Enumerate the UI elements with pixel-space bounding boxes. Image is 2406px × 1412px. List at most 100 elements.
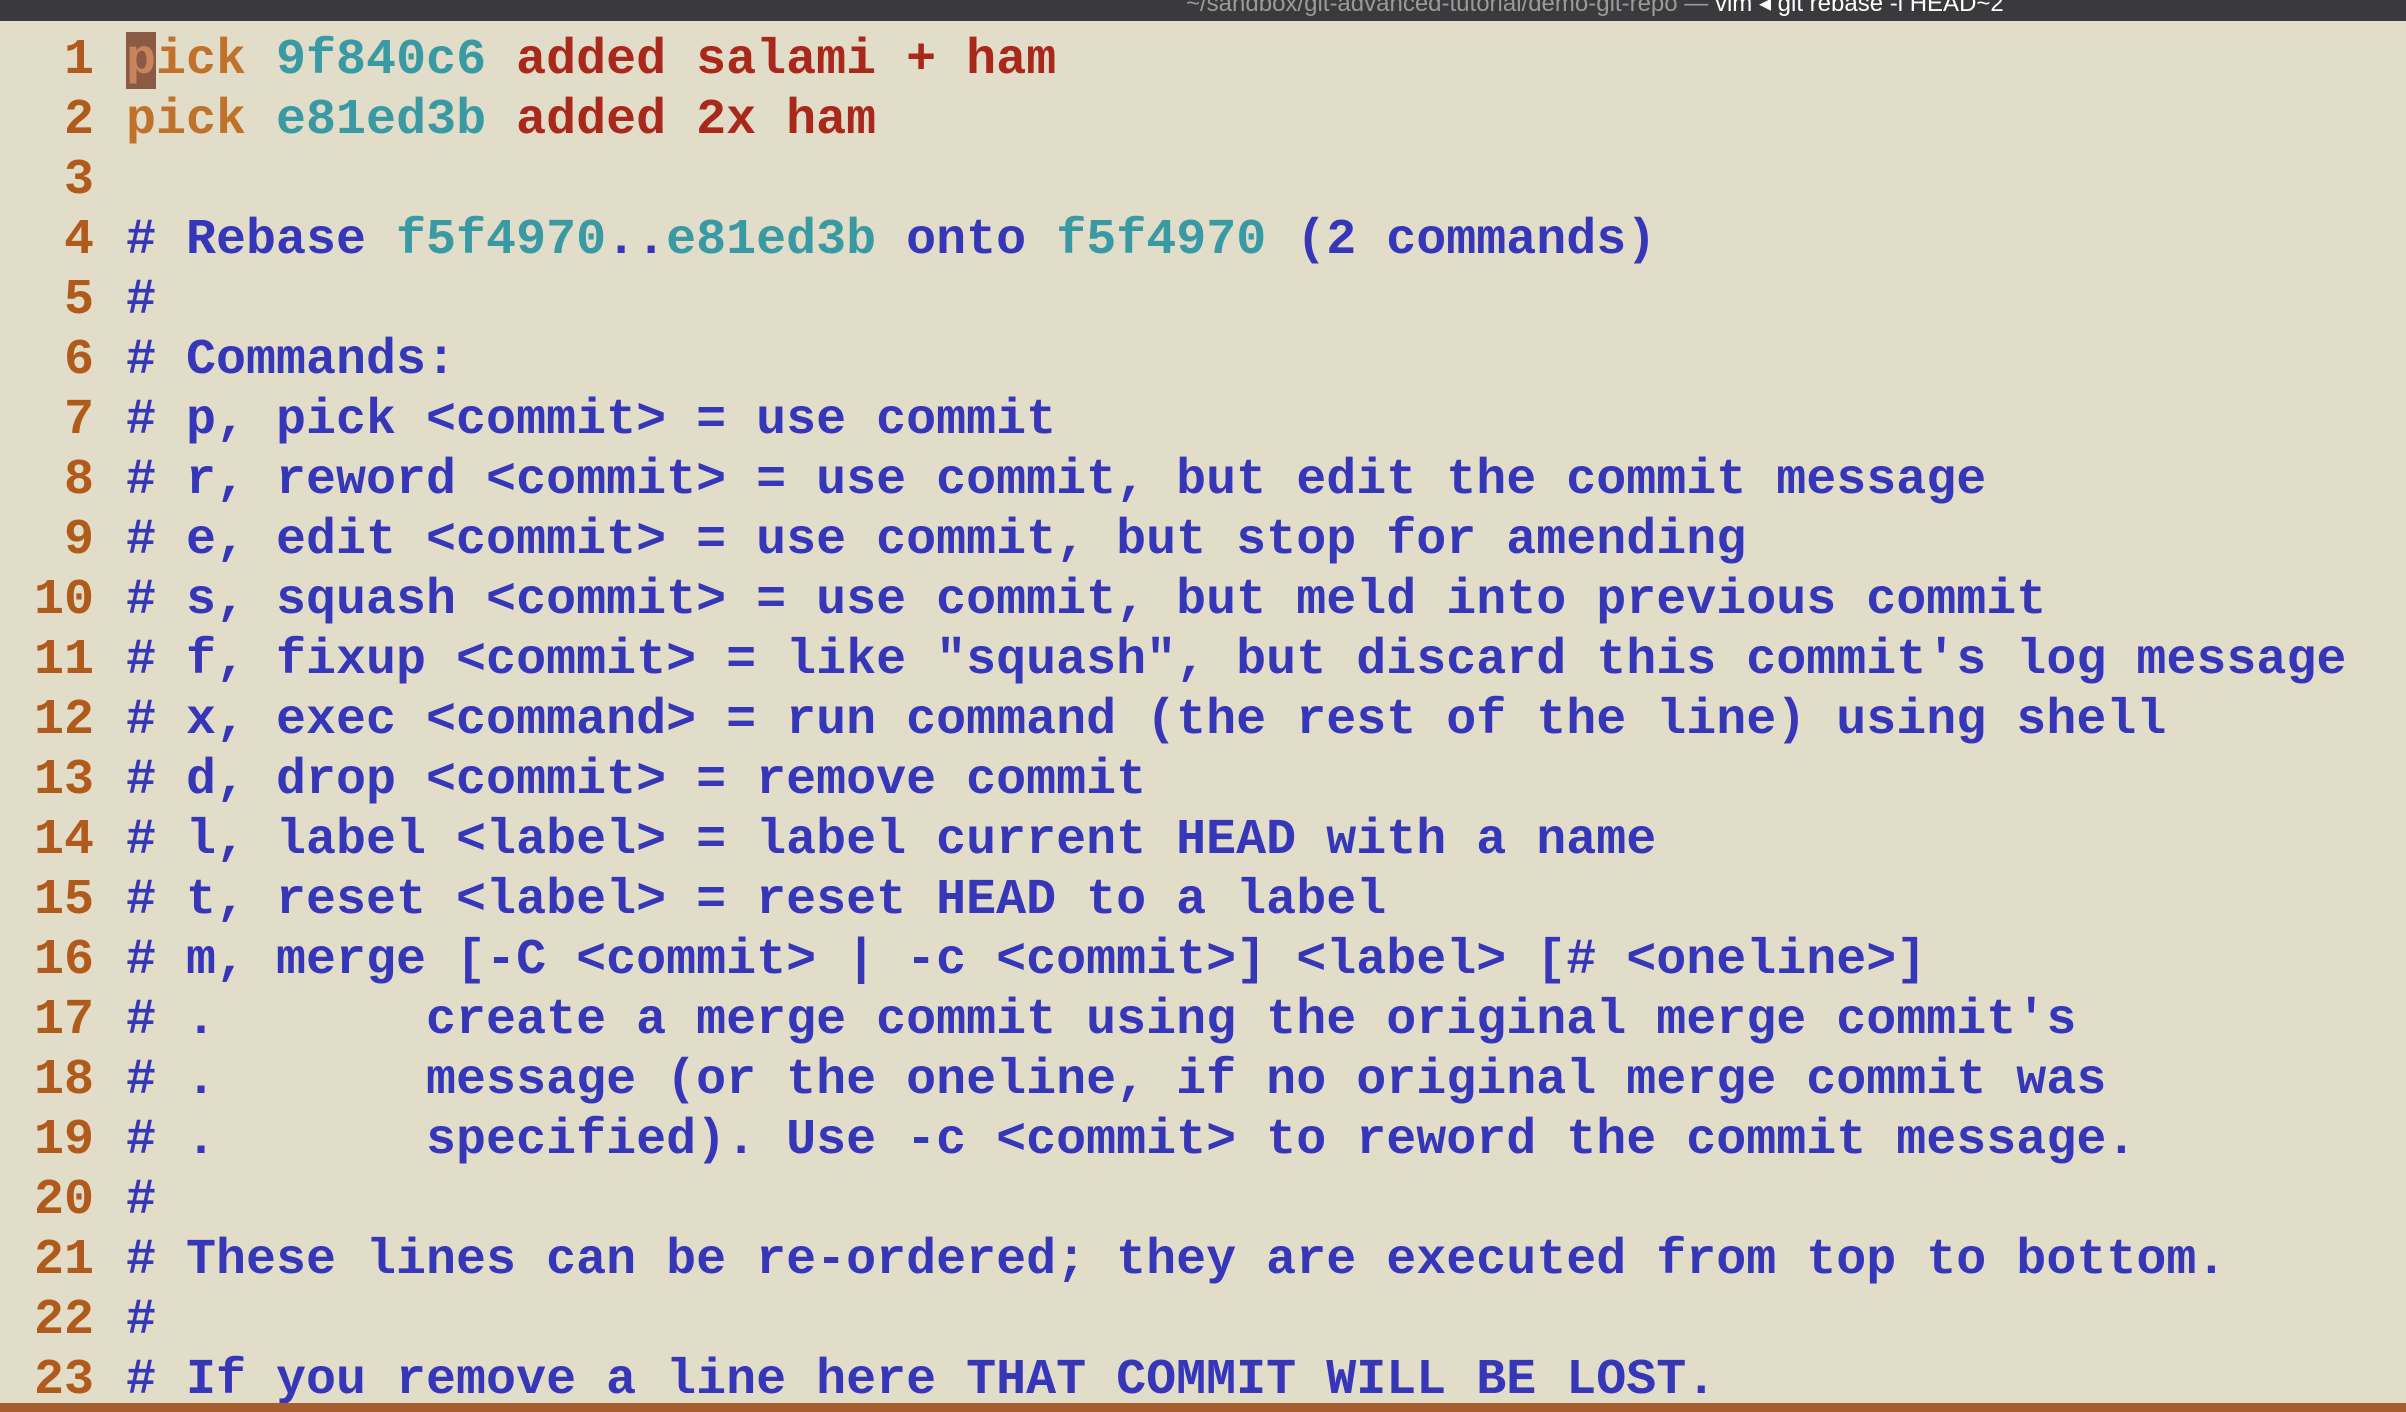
line-text[interactable]: # (126, 271, 156, 331)
comment-text: # f, fixup <commit> = like "squash", but… (126, 632, 2347, 689)
comment-text: # e, edit <commit> = use commit, but sto… (126, 512, 1747, 569)
line-text[interactable]: # . create a merge commit using the orig… (126, 991, 2076, 1051)
line-number: 19 (33, 1112, 94, 1169)
line-number: 20 (33, 1172, 94, 1229)
text-cursor: p (126, 32, 157, 89)
line-number: 5 (63, 272, 94, 329)
line-number: 11 (33, 632, 94, 689)
line-number: 3 (63, 152, 94, 209)
line-text[interactable]: # d, drop <commit> = remove commit (126, 751, 1146, 811)
line-number: 23 (33, 1352, 94, 1409)
line-number: 22 (33, 1292, 94, 1349)
comment-text: # . create a merge commit using the orig… (126, 992, 2077, 1049)
line-text[interactable]: # Commands: (126, 331, 456, 391)
line-text[interactable]: # (126, 1171, 156, 1231)
line-text[interactable]: # f, fixup <commit> = like "squash", but… (126, 631, 2346, 691)
line-number: 9 (63, 512, 94, 569)
line-text[interactable]: # x, exec <command> = run command (the r… (126, 691, 2166, 751)
commit-hash: e81ed3b (666, 212, 877, 269)
editor-line[interactable]: 7 # p, pick <commit> = use commit (0, 391, 2406, 451)
line-text[interactable]: # r, reword <commit> = use commit, but e… (126, 451, 1986, 511)
editor-line[interactable]: 13 # d, drop <commit> = remove commit (0, 751, 2406, 811)
editor-line[interactable]: 3 (0, 151, 2406, 211)
vim-editor[interactable]: 1 pick 9f840c6 added salami + ham 2 pick e8… (0, 31, 2406, 1411)
commit-hash: 9f840c6 (276, 32, 487, 89)
line-text[interactable]: pick 9f840c6 added salami + ham (126, 31, 1056, 91)
line-text[interactable]: # . message (or the oneline, if no origi… (126, 1051, 2106, 1111)
line-text[interactable]: # s, squash <commit> = use commit, but m… (126, 571, 2046, 631)
line-text[interactable]: # e, edit <commit> = use commit, but sto… (126, 511, 1746, 571)
editor-line[interactable]: 16 # m, merge [-C <commit> | -c <commit>]… (0, 931, 2406, 991)
line-text[interactable]: # If you remove a line here THAT COMMIT … (126, 1351, 1716, 1411)
line-number: 10 (33, 572, 94, 629)
comment-text: # l, label <label> = label current HEAD … (126, 812, 1657, 869)
line-text[interactable]: # These lines can be re-ordered; they ar… (126, 1231, 2226, 1291)
line-number: 6 (63, 332, 94, 389)
line-number: 4 (63, 212, 94, 269)
editor-line[interactable]: 4 # Rebase f5f4970..e81ed3b onto f5f4970 … (0, 211, 2406, 271)
line-text[interactable]: # t, reset <label> = reset HEAD to a lab… (126, 871, 1386, 931)
comment-text: onto (876, 212, 1057, 269)
title-bar: ~/sandbox/git-advanced-tutorial/demo-git… (0, 0, 2406, 21)
commit-message: added salami + ham (516, 32, 1057, 89)
editor-line[interactable]: 9 # e, edit <commit> = use commit, but st… (0, 511, 2406, 571)
line-text[interactable]: # Rebase f5f4970..e81ed3b onto f5f4970 (… (126, 211, 1656, 271)
editor-line[interactable]: 5 # (0, 271, 2406, 331)
comment-text: # These lines can be re-ordered; they ar… (126, 1232, 2227, 1289)
editor-line[interactable]: 6 # Commands: (0, 331, 2406, 391)
comment-text: # (126, 1292, 157, 1349)
line-number: 8 (63, 452, 94, 509)
editor-line[interactable]: 19 # . specified). Use -c <commit> to rew… (0, 1111, 2406, 1171)
line-text[interactable]: # m, merge [-C <commit> | -c <commit>] <… (126, 931, 1926, 991)
line-text[interactable]: pick e81ed3b added 2x ham (126, 91, 876, 151)
line-number: 17 (33, 992, 94, 1049)
commit-message: added 2x ham (516, 92, 877, 149)
line-number: 2 (63, 92, 94, 149)
editor-line[interactable]: 1 pick 9f840c6 added salami + ham (0, 31, 2406, 91)
editor-line[interactable]: 10 # s, squash <commit> = use commit, but… (0, 571, 2406, 631)
editor-line[interactable]: 20 # (0, 1171, 2406, 1231)
window-title-app: vim ◂ git rebase -i HEAD~2 (1714, 0, 2004, 17)
line-text[interactable]: # . specified). Use -c <commit> to rewor… (126, 1111, 2136, 1171)
line-text[interactable]: # p, pick <commit> = use commit (126, 391, 1056, 451)
comment-text: # (126, 272, 157, 329)
editor-line[interactable]: 11 # f, fixup <commit> = like "squash", b… (0, 631, 2406, 691)
line-text[interactable]: # l, label <label> = label current HEAD … (126, 811, 1656, 871)
commit-hash: e81ed3b (276, 92, 487, 149)
editor-line[interactable]: 15 # t, reset <label> = reset HEAD to a l… (0, 871, 2406, 931)
editor-line[interactable]: 17 # . create a merge commit using the or… (0, 991, 2406, 1051)
rebase-command: ick (156, 32, 247, 89)
commit-hash: f5f4970 (396, 212, 607, 269)
status-bar (0, 1403, 2406, 1412)
rebase-command: pick (126, 92, 247, 149)
line-number: 21 (33, 1232, 94, 1289)
editor-line[interactable]: 21 # These lines can be re-ordered; they … (0, 1231, 2406, 1291)
line-text[interactable]: # (126, 1291, 156, 1351)
comment-text: # s, squash <commit> = use commit, but m… (126, 572, 2047, 629)
editor-line[interactable]: 2 pick e81ed3b added 2x ham (0, 91, 2406, 151)
editor-line[interactable]: 14 # l, label <label> = label current HEA… (0, 811, 2406, 871)
editor-line[interactable]: 22 # (0, 1291, 2406, 1351)
line-number: 16 (33, 932, 94, 989)
comment-text: # If you remove a line here THAT COMMIT … (126, 1352, 1717, 1409)
line-number: 15 (33, 872, 94, 929)
comment-text: # . message (or the oneline, if no origi… (126, 1052, 2107, 1109)
comment-text: # Commands: (126, 332, 457, 389)
comment-text: # d, drop <commit> = remove commit (126, 752, 1147, 809)
line-number: 14 (33, 812, 94, 869)
comment-text: # t, reset <label> = reset HEAD to a lab… (126, 872, 1387, 929)
editor-line[interactable]: 12 # x, exec <command> = run command (the… (0, 691, 2406, 751)
line-number: 12 (33, 692, 94, 749)
window-title-path: ~/sandbox/git-advanced-tutorial/demo-git… (1186, 0, 1715, 17)
window-title: ~/sandbox/git-advanced-tutorial/demo-git… (1186, 0, 2004, 19)
editor-line[interactable]: 8 # r, reword <commit> = use commit, but … (0, 451, 2406, 511)
editor-line[interactable]: 18 # . message (or the oneline, if no ori… (0, 1051, 2406, 1111)
comment-text: # x, exec <command> = run command (the r… (126, 692, 2167, 749)
comment-text: # Rebase (126, 212, 397, 269)
comment-text: # p, pick <commit> = use commit (126, 392, 1057, 449)
editor-line[interactable]: 23 # If you remove a line here THAT COMMI… (0, 1351, 2406, 1411)
